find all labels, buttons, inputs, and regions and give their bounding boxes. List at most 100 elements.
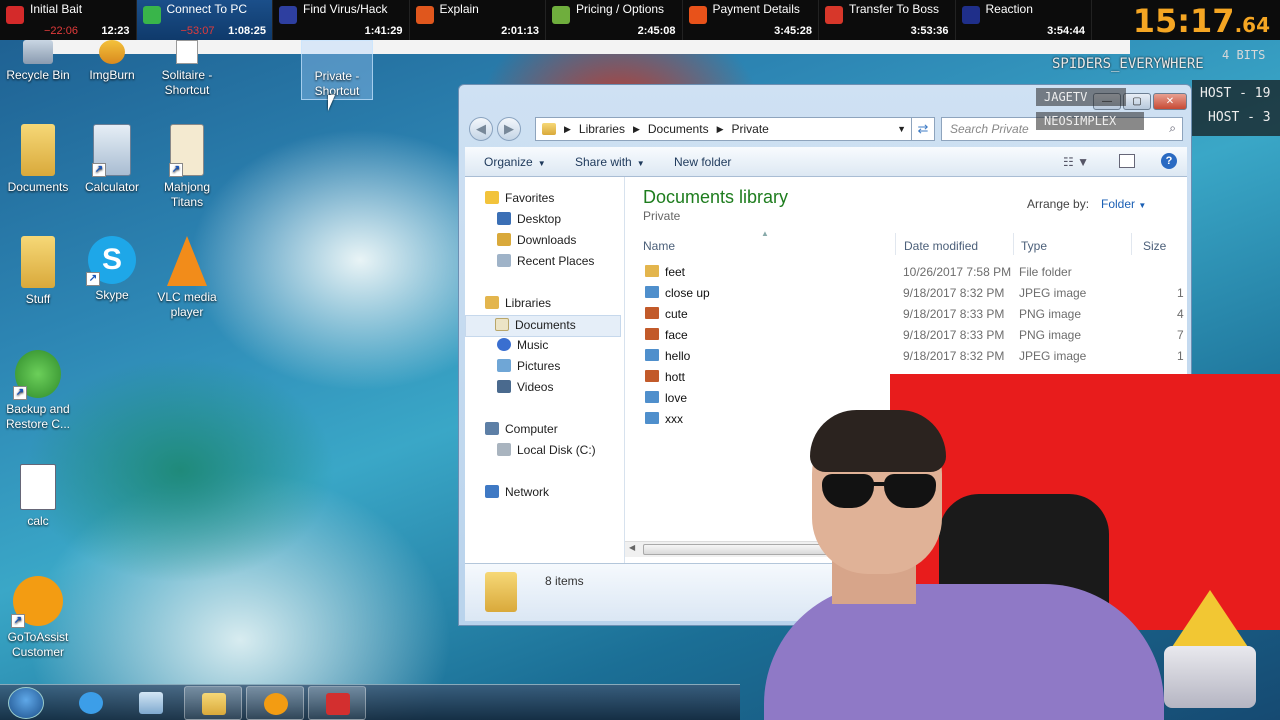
- nav-documents[interactable]: Documents: [465, 315, 621, 337]
- folder-icon: [485, 572, 517, 612]
- column-divider[interactable]: [1013, 233, 1014, 255]
- file-date: 9/18/2017 8:32 PM: [903, 349, 1005, 363]
- split-icon: [279, 6, 297, 24]
- network-icon: [485, 485, 499, 498]
- nav-pictures[interactable]: Pictures: [497, 359, 560, 373]
- split-icon: [552, 6, 570, 24]
- split-icon: [961, 6, 980, 24]
- taskbar-explorer[interactable]: [184, 686, 242, 720]
- nav-downloads[interactable]: Downloads: [497, 233, 576, 247]
- file-row[interactable]: close up 9/18/2017 8:32 PM JPEG image 1: [637, 282, 1189, 303]
- file-row[interactable]: hello 9/18/2017 8:32 PM JPEG image 1: [637, 345, 1189, 366]
- split-name: Explain: [439, 2, 479, 16]
- split-segment: Reaction 3:54:44: [956, 0, 1092, 40]
- computer-icon: [485, 422, 499, 435]
- desktop-icon-skype[interactable]: S ↗ Skype: [76, 236, 148, 303]
- taskbar-windows-app[interactable]: [122, 686, 180, 720]
- nav-videos[interactable]: Videos: [497, 380, 553, 394]
- shortcut-arrow-icon: ↗: [169, 163, 183, 177]
- column-header-date[interactable]: Date modified: [904, 239, 978, 253]
- arrange-by-label: Arrange by:: [1027, 197, 1090, 211]
- livesplit-bar: Initial Bait −22:06 12:23 Connect To PC −53:…: [0, 0, 1280, 40]
- shortcut-arrow-icon: ↗: [13, 386, 27, 400]
- window-icon: [139, 692, 163, 714]
- search-placeholder: Search Private: [950, 122, 1029, 136]
- split-segment: Find Virus/Hack 1:41:29: [273, 0, 410, 40]
- file-size: 7: [1177, 328, 1184, 342]
- breadcrumb-private[interactable]: Private: [732, 122, 769, 136]
- chevron-down-icon[interactable]: ▼: [897, 124, 906, 134]
- taskbar-gotoassist[interactable]: [246, 686, 304, 720]
- share-with-button[interactable]: Share with ▼: [575, 155, 645, 169]
- desktop-icon-imgburn[interactable]: ImgBurn: [76, 40, 148, 83]
- folder-icon: [542, 123, 556, 135]
- refresh-button[interactable]: ⇄: [911, 117, 935, 141]
- back-button[interactable]: ◀: [469, 117, 493, 141]
- column-header-name[interactable]: Name: [643, 239, 675, 253]
- imgburn-icon: [99, 40, 125, 64]
- taskbar-internet-explorer[interactable]: [62, 686, 120, 720]
- nav-computer[interactable]: Computer: [485, 422, 558, 436]
- new-folder-button[interactable]: New folder: [674, 155, 731, 169]
- file-type: PNG image: [1019, 328, 1082, 342]
- desktop-icon-recycle-bin[interactable]: Recycle Bin: [2, 40, 74, 83]
- organize-button[interactable]: Organize ▼: [484, 155, 546, 169]
- split-time: 1:41:29: [364, 25, 403, 37]
- file-row[interactable]: feet 10/26/2017 7:58 PM File folder: [637, 261, 1189, 282]
- split-name: Pricing / Options: [576, 2, 665, 16]
- address-bar[interactable]: ▶ Libraries ▶ Documents ▶ Private ▼: [535, 117, 913, 141]
- split-name: Reaction: [985, 2, 1033, 16]
- item-count: 8 items: [545, 574, 584, 588]
- forward-button[interactable]: ▶: [497, 117, 521, 141]
- share-label: Share with: [575, 155, 632, 169]
- preview-pane-icon[interactable]: [1119, 154, 1135, 168]
- column-header-size[interactable]: Size: [1143, 239, 1166, 253]
- overlay-username: JAGETV: [1036, 88, 1126, 106]
- desktop-icon-label: Documents: [7, 180, 69, 194]
- hard-disk-icon: [497, 443, 511, 456]
- file-name: hello: [665, 349, 691, 363]
- folder-icon: [21, 236, 55, 288]
- file-row[interactable]: face 9/18/2017 8:33 PM PNG image 7: [637, 324, 1189, 345]
- nav-network[interactable]: Network: [485, 485, 549, 499]
- desktop-icon-mahjong[interactable]: ↗ Mahjong Titans: [151, 124, 223, 210]
- desktop-icon-solitaire[interactable]: Solitaire - Shortcut: [151, 40, 223, 98]
- breadcrumb-libraries[interactable]: Libraries: [579, 122, 625, 136]
- desktop-icon-calc[interactable]: calc: [2, 464, 74, 529]
- person-shirt: [764, 584, 1164, 720]
- desktop-icon-calculator[interactable]: ↗ Calculator: [76, 124, 148, 195]
- library-title: Documents library: [643, 187, 789, 207]
- help-icon[interactable]: ?: [1161, 153, 1177, 169]
- desktop-icon-backup-restore[interactable]: ↗ Backup and Restore C...: [2, 350, 74, 432]
- desktop-icon-vlc[interactable]: VLC media player: [151, 236, 223, 320]
- file-date: 10/26/2017 7:58 PM: [903, 265, 1012, 279]
- desktop-icon-gotoassist[interactable]: ↗ GoToAssist Customer: [2, 576, 74, 660]
- column-header-type[interactable]: Type: [1021, 239, 1047, 253]
- view-options-icon[interactable]: ☷ ▼: [1063, 155, 1089, 169]
- close-button[interactable]: ✕: [1153, 93, 1187, 110]
- nav-desktop[interactable]: Desktop: [497, 212, 561, 226]
- nav-libraries[interactable]: Libraries: [485, 296, 551, 310]
- desktop-icon-label: ImgBurn: [89, 68, 135, 82]
- desktop-icon-documents[interactable]: Documents: [2, 124, 74, 195]
- scroll-left-icon[interactable]: ◀: [629, 543, 635, 552]
- desktop-icon-stuff[interactable]: Stuff: [2, 236, 74, 307]
- timer-fraction: .64: [1234, 13, 1270, 37]
- nav-music[interactable]: Music: [497, 338, 548, 352]
- column-divider[interactable]: [1131, 233, 1132, 255]
- nav-favorites[interactable]: Favorites: [485, 191, 554, 205]
- nav-recent-places[interactable]: Recent Places: [497, 254, 594, 268]
- sort-arrow-icon: ▲: [761, 229, 769, 238]
- desktop-icon-private-shortcut[interactable]: Private - Shortcut: [301, 40, 373, 100]
- start-button[interactable]: [8, 687, 44, 719]
- search-icon: ⌕: [1169, 121, 1176, 135]
- breadcrumb-documents[interactable]: Documents: [648, 122, 709, 136]
- calculator-icon: ↗: [92, 124, 131, 177]
- arrange-by-dropdown[interactable]: Folder ▼: [1101, 197, 1146, 211]
- documents-icon: [495, 318, 509, 331]
- file-row[interactable]: cute 9/18/2017 8:33 PM PNG image 4: [637, 303, 1189, 324]
- maximize-button[interactable]: ▢: [1123, 93, 1151, 110]
- nav-local-disk[interactable]: Local Disk (C:): [497, 443, 596, 457]
- column-divider[interactable]: [895, 233, 896, 255]
- taskbar-toolbox-app[interactable]: [308, 686, 366, 720]
